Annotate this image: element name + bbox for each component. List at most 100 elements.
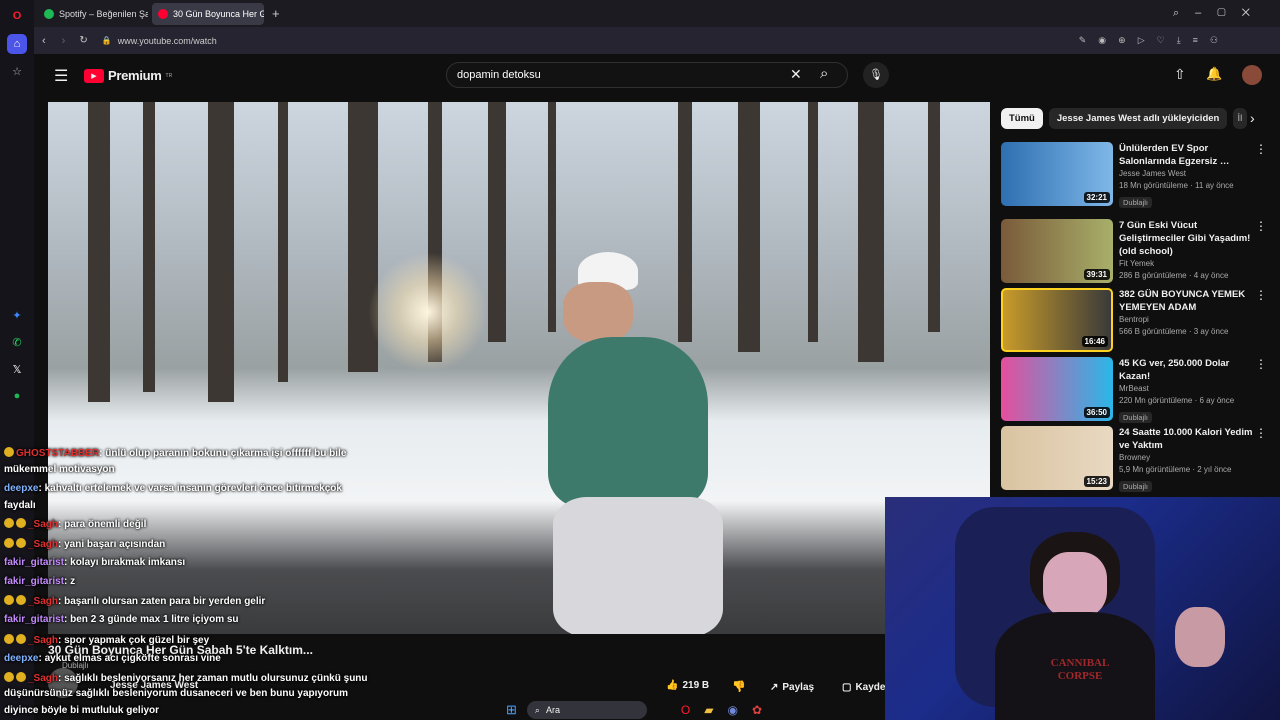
opera-sidebar: O ⌂ ☆ ✦ ✆ 𝕏 ● xyxy=(0,0,34,720)
chip-uploader[interactable]: Jesse James West adlı yükleyiciden xyxy=(1048,108,1228,129)
recommendation-item[interactable]: 16:46 382 GÜN BOYUNCA YEMEK YEMEYEN ADAM… xyxy=(1001,288,1273,352)
video-thumbnail[interactable]: 39:31 xyxy=(1001,219,1113,283)
app-icon[interactable]: ✿ xyxy=(752,703,762,717)
spotify-icon[interactable]: ● xyxy=(7,386,27,406)
search-input[interactable]: dopamin detoksu xyxy=(446,62,848,88)
streamer-hand xyxy=(1175,607,1225,667)
chat-user: fakir_gitarist xyxy=(4,614,65,625)
tab-youtube[interactable]: 30 Gün Boyunca Her Gün… xyxy=(152,2,264,25)
chat-text: : ünlü olup paranın bokunu çıkarma işi o… xyxy=(99,448,347,459)
tab-spotify[interactable]: Spotify – Beğenilen Şarkıl… xyxy=(38,3,148,25)
chat-user: deepxe xyxy=(4,653,39,664)
back-icon[interactable]: ‹ xyxy=(42,35,46,47)
sun-glare xyxy=(368,252,488,372)
rec-channel[interactable]: MrBeast xyxy=(1119,383,1257,395)
video-thumbnail[interactable]: 32:21 xyxy=(1001,142,1113,206)
url-field[interactable]: www.youtube.com/watch xyxy=(118,36,217,46)
recommendation-item[interactable]: 36:50 45 KG ver, 250.000 Dolar Kazan! Mr… xyxy=(1001,357,1273,425)
more-options-icon[interactable]: ⋮ xyxy=(1255,426,1267,440)
messenger-icon[interactable]: ✦ xyxy=(7,305,27,325)
dub-badge: Dublajlı xyxy=(1119,412,1153,423)
x-twitter-icon[interactable]: 𝕏 xyxy=(7,359,27,379)
rec-title[interactable]: 7 Gün Eski Vücut Geliştirmeciler Gibi Ya… xyxy=(1119,219,1257,258)
video-thumbnail[interactable]: 16:46 xyxy=(1001,288,1113,352)
taskbar-search[interactable]: ⌕ Ara xyxy=(526,701,647,719)
discord-icon[interactable]: ◉ xyxy=(727,703,737,717)
windows-start-icon[interactable]: ⊞ xyxy=(506,702,517,718)
chat-text: : sağlıklı besleniyorsanız her zaman mut… xyxy=(58,673,368,684)
menu-icon[interactable]: ☰ xyxy=(54,66,68,86)
share-label: Paylaş xyxy=(782,682,815,693)
chat-message: diyince böyle bi mutluluk geliyor xyxy=(4,705,159,716)
avatar[interactable] xyxy=(1242,65,1262,85)
chat-user: fakir_gitarist xyxy=(4,557,65,568)
like-button[interactable]: 👍 219 B xyxy=(666,680,709,691)
tab-bar: Spotify – Beğenilen Şarkıl… 30 Gün Boyun… xyxy=(34,0,1280,27)
duration: 39:31 xyxy=(1083,269,1110,280)
chat-text: faydalı xyxy=(4,500,36,511)
whatsapp-icon[interactable]: ✆ xyxy=(7,332,27,352)
chip-more[interactable]: İl xyxy=(1233,108,1247,129)
more-options-icon[interactable]: ⋮ xyxy=(1255,288,1267,302)
rec-channel[interactable]: Fit Yemek xyxy=(1119,258,1257,270)
streamer-face xyxy=(1043,552,1107,618)
window-controls[interactable]: ⌕–▢✕ xyxy=(1173,7,1266,20)
video-thumbnail[interactable]: 36:50 xyxy=(1001,357,1113,421)
save-icon: ▢ xyxy=(842,682,852,693)
rec-title[interactable]: Ünlülerden EV Spor Salonlarında Egzersiz… xyxy=(1119,142,1257,168)
rec-title[interactable]: 24 Saatte 10.000 Kalori Yedim ve Yaktım xyxy=(1119,426,1257,452)
rec-channel[interactable]: Bentropi xyxy=(1119,314,1257,326)
youtube-logo[interactable]: ▶ Premium TR xyxy=(84,68,172,83)
reload-icon[interactable]: ↻ xyxy=(79,35,87,46)
chat-text: düşünürsünüz sağlıklı besleniyorum dusan… xyxy=(4,688,348,699)
opera-taskbar-icon[interactable]: O xyxy=(681,703,690,717)
upload-icon[interactable]: ⇧ xyxy=(1174,66,1186,83)
new-tab-button[interactable]: + xyxy=(272,6,280,21)
home-icon[interactable]: ⌂ xyxy=(7,34,27,54)
rec-title[interactable]: 45 KG ver, 250.000 Dolar Kazan! xyxy=(1119,357,1257,383)
more-options-icon[interactable]: ⋮ xyxy=(1255,142,1267,156)
dislike-icon[interactable]: 👎 xyxy=(732,680,746,693)
rec-title[interactable]: 382 GÜN BOYUNCA YEMEK YEMEYEN ADAM xyxy=(1119,288,1257,314)
recommendation-item[interactable]: 32:21 Ünlülerden EV Spor Salonlarında Eg… xyxy=(1001,142,1273,210)
rec-meta: 566 B görüntüleme · 3 ay önce xyxy=(1119,327,1229,336)
save-button[interactable]: ▢ Kaydet xyxy=(842,682,889,693)
video-player[interactable] xyxy=(48,102,990,634)
share-button[interactable]: ↗ Paylaş xyxy=(770,682,814,693)
address-bar-tools[interactable]: ✎◉⊕▷♡⤓≡⚇ xyxy=(1079,35,1230,46)
chat-text: : kahvaltı ertelemek ve varsa insanın gö… xyxy=(38,483,342,494)
chat-message: _Sagh: yani başarı açısından xyxy=(4,538,165,550)
clear-search-icon[interactable]: ✕ xyxy=(790,66,802,83)
folder-icon[interactable]: ▰ xyxy=(704,703,713,717)
duration: 15:23 xyxy=(1083,476,1110,487)
more-options-icon[interactable]: ⋮ xyxy=(1255,219,1267,233)
youtube-play-icon: ▶ xyxy=(84,68,104,83)
recommendation-item[interactable]: 39:31 7 Gün Eski Vücut Geliştirmeciler G… xyxy=(1001,219,1273,283)
notifications-icon[interactable]: 🔔 xyxy=(1206,66,1222,82)
chat-user: GHOSTSTABBER xyxy=(16,448,100,459)
runner-hoodie xyxy=(548,337,708,507)
runner-pants xyxy=(553,497,723,634)
rec-channel[interactable]: Jesse James West xyxy=(1119,168,1257,180)
forward-icon[interactable]: › xyxy=(62,35,66,47)
recommendation-item[interactable]: 15:23 24 Saatte 10.000 Kalori Yedim ve Y… xyxy=(1001,426,1273,494)
video-thumbnail[interactable]: 15:23 xyxy=(1001,426,1113,490)
chat-message: mükemmel motivasyon xyxy=(4,464,115,475)
rec-channel[interactable]: Browney xyxy=(1119,452,1257,464)
microphone-icon[interactable]: 🎙 xyxy=(863,62,889,88)
shirt-text: CANNIBAL CORPSE xyxy=(1050,657,1110,682)
chat-text: : kolayı bırakmak imkansı xyxy=(64,557,186,568)
star-icon[interactable]: ☆ xyxy=(7,61,27,81)
dub-badge: Dublajlı xyxy=(1119,197,1153,208)
chat-message: _Sagh: başarılı olursan zaten para bir y… xyxy=(4,595,265,607)
more-options-icon[interactable]: ⋮ xyxy=(1255,357,1267,371)
opera-logo-icon[interactable]: O xyxy=(7,6,27,26)
search-icon[interactable]: ⌕ xyxy=(820,65,828,82)
chat-user: _Sagh xyxy=(28,539,59,550)
chat-user: _Sagh xyxy=(28,519,59,530)
chevron-right-icon[interactable]: › xyxy=(1250,110,1255,126)
chat-text: : başarılı olursan zaten para bir yerden… xyxy=(58,596,266,607)
chip-all[interactable]: Tümü xyxy=(1001,108,1043,129)
lock-icon: 🔒 xyxy=(101,36,112,45)
duration: 36:50 xyxy=(1083,407,1110,418)
